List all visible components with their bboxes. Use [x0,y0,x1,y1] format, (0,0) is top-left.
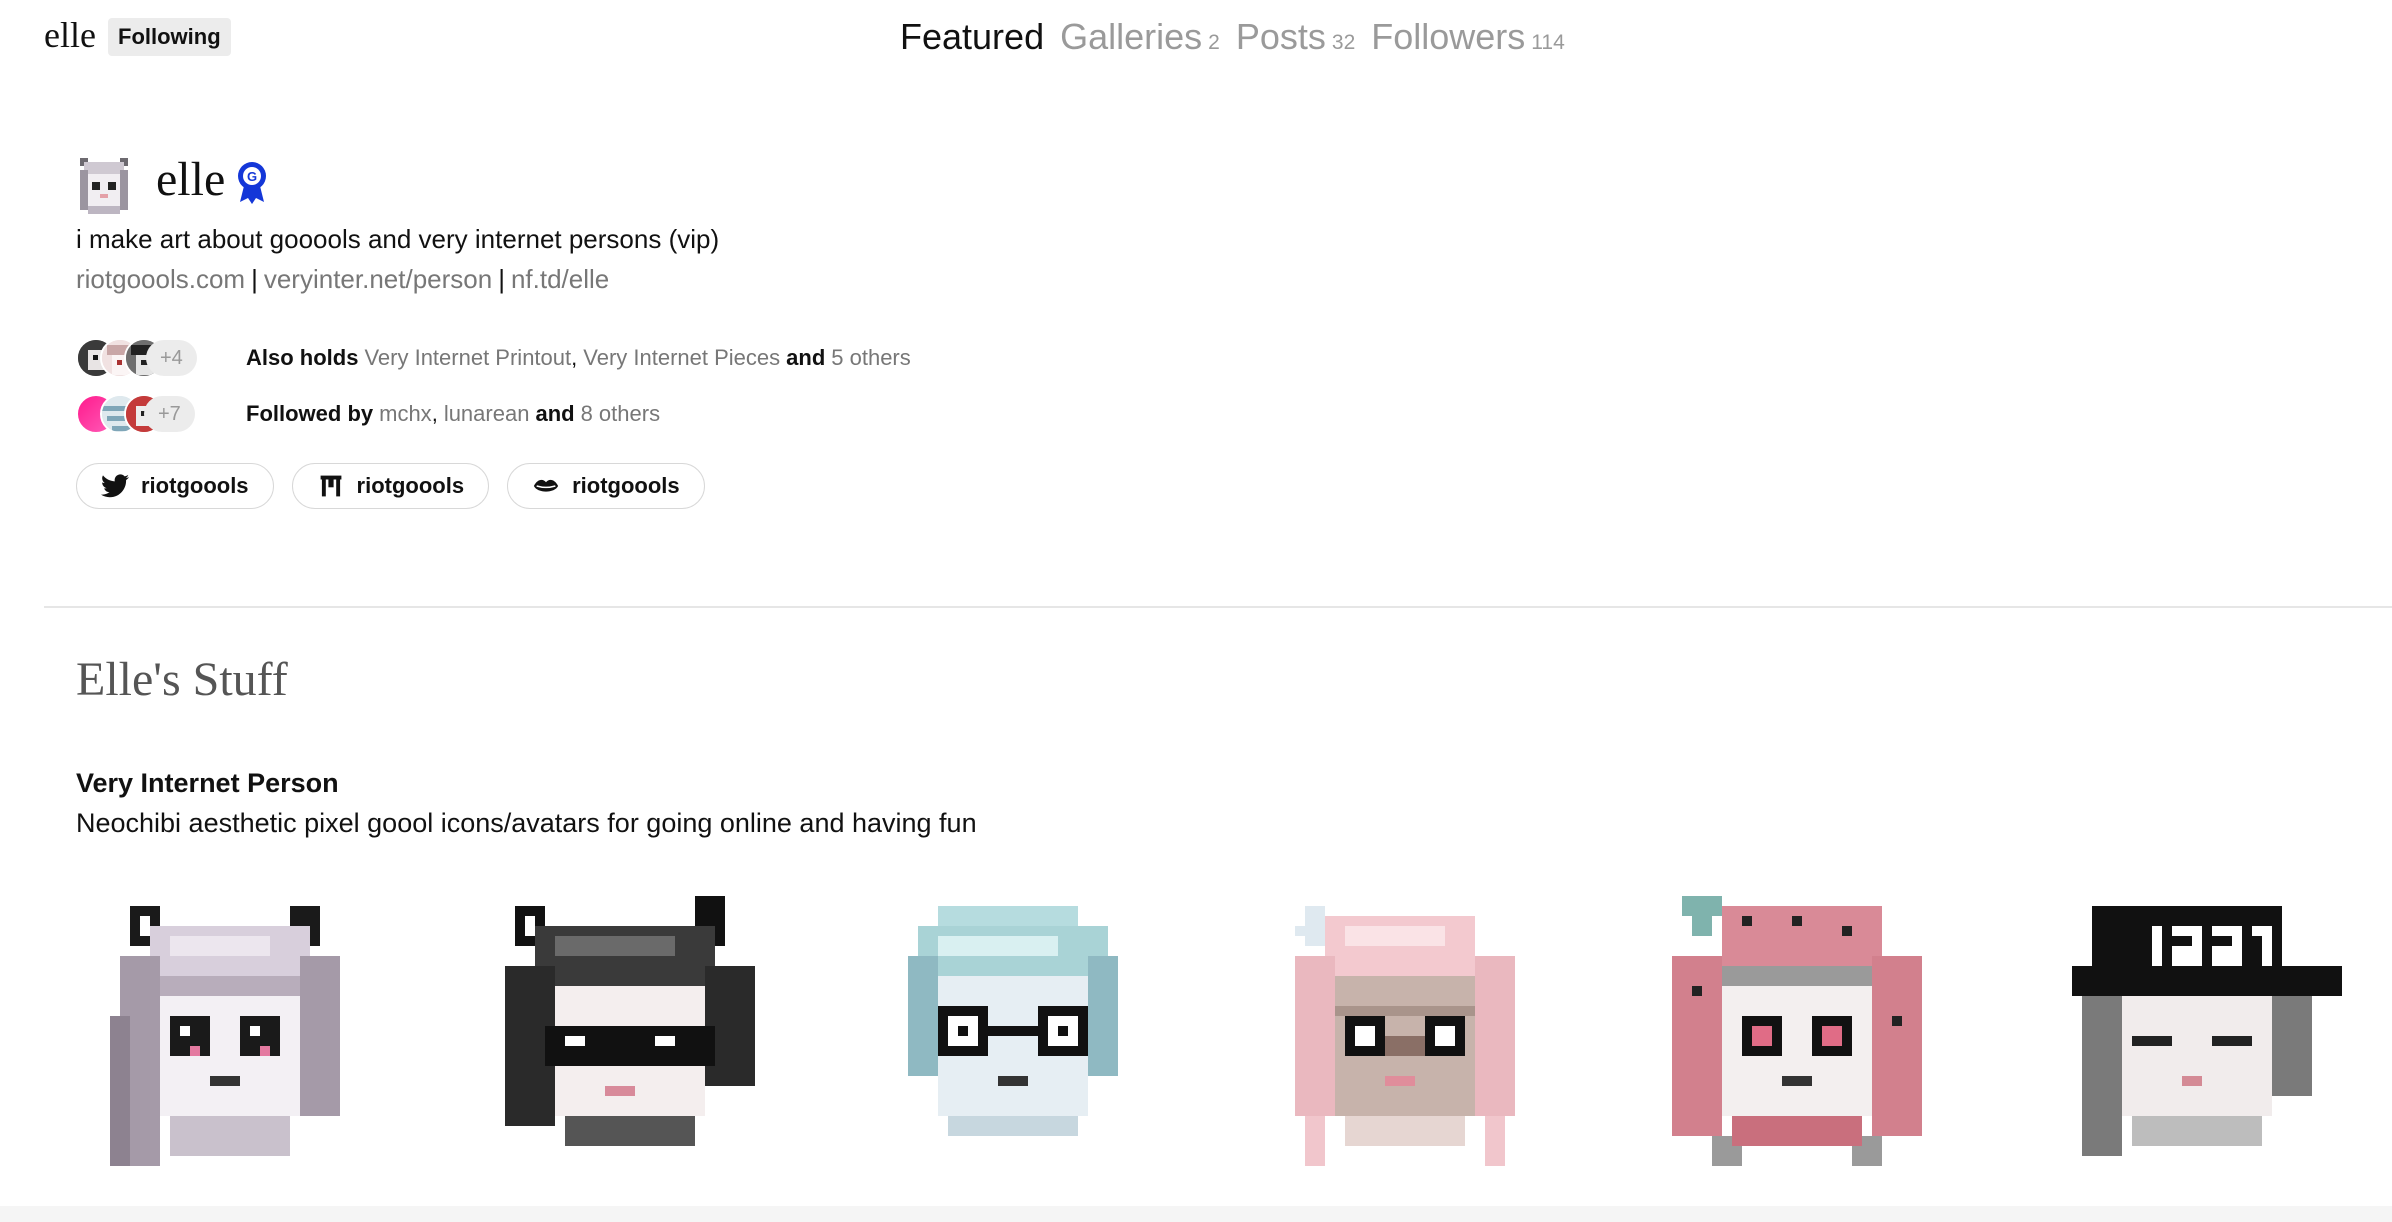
link-nftd[interactable]: nf.td/elle [511,264,609,294]
tab-followers[interactable]: Followers 114 [1371,16,1565,58]
avatar[interactable] [76,154,132,218]
tab-label: Galleries [1060,16,1203,57]
collection-title[interactable]: Very Internet Person [76,768,339,799]
following-badge[interactable]: Following [108,18,231,56]
comma: , [571,345,578,370]
held-collection-link[interactable]: Very Internet Printout [364,345,571,371]
pixel-avatar-black-cat-sunglasses-icon[interactable] [505,896,805,1206]
follower-link[interactable]: lunarean [444,401,530,427]
pixel-avatar-1337-cap-icon[interactable] [2062,896,2362,1206]
tab-label: Featured [900,16,1045,57]
page-footer-fade [0,1206,2392,1222]
more-count: +4 [146,340,197,376]
tab-label: Followers [1371,16,1526,57]
section-title: Elle's Stuff [76,653,288,706]
pixel-avatar-mint-round-glasses-icon[interactable] [898,896,1198,1206]
link-separator: | [498,264,505,294]
handle-label: riotgoools [141,473,249,498]
held-collection-link[interactable]: Very Internet Pieces [583,345,780,371]
profile-tabs: Featured Galleries 2 Posts 32 Followers 114 [900,16,1565,58]
section-divider [44,606,2392,608]
handle-label: riotgoools [356,473,465,498]
tab-galleries[interactable]: Galleries 2 [1060,16,1220,58]
profile-avatar-icon [76,154,132,218]
and-label: and [535,401,575,426]
followed-by-row: +7 Followed by mchx, lunarean and 8 othe… [76,392,660,436]
others-link[interactable]: 5 others [831,345,911,371]
gate-icon [317,472,345,500]
svg-text:G: G [247,169,257,184]
follower-link[interactable]: mchx [379,401,432,427]
handle-label: riotgoools [572,473,680,498]
twitter-handle-button[interactable]: riotgoools [76,463,274,509]
tab-label: Posts [1235,16,1326,57]
ribbon-badge-icon: G [234,160,270,204]
link-veryinternet[interactable]: veryinter.net/person [264,264,492,294]
lips-handle-button[interactable]: riotgoools [507,463,705,509]
also-holds-label: Also holds [246,345,359,370]
also-holds-row: +4 Also holds Very Internet Printout, Ve… [76,336,911,380]
held-collection-avatars[interactable]: +4 [76,336,236,380]
collection-description: Neochibi aesthetic pixel goool icons/ava… [76,808,977,838]
link-riotgoools[interactable]: riotgoools.com [76,264,245,294]
profile-bio: i make art about gooools and very intern… [76,224,720,254]
social-handles: riotgoools riotgoools riotgoools [76,463,705,509]
lips-icon [532,472,560,500]
brand-name[interactable]: elle [44,14,96,56]
others-link[interactable]: 8 others [581,401,661,427]
followed-by-label: Followed by [246,401,374,426]
tab-count: 114 [1531,31,1565,54]
pixel-avatar-lavender-cat-icon[interactable] [110,896,410,1206]
tab-posts[interactable]: Posts 32 [1236,16,1355,58]
twitter-icon [101,472,129,500]
follower-avatars[interactable]: +7 [76,392,236,436]
profile-name: elle [156,153,226,206]
profile-links: riotgoools.com | veryinter.net/person | nf.t… [76,264,609,295]
top-bar: elle Following Featured Galleries 2 Posts… [0,0,2392,76]
tab-featured[interactable]: Featured [900,16,1044,58]
collection-gallery [0,896,2392,1222]
comma: , [431,401,438,426]
tab-count: 2 [1208,31,1220,54]
pixel-avatar-pink-star-icon[interactable] [1285,896,1585,1206]
link-separator: | [251,264,258,294]
tab-count: 32 [1331,31,1356,54]
pixel-avatar-strawberry-icon[interactable] [1662,896,1962,1206]
and-label: and [786,345,826,370]
more-count: +7 [144,396,195,432]
gate-handle-button[interactable]: riotgoools [291,463,490,509]
